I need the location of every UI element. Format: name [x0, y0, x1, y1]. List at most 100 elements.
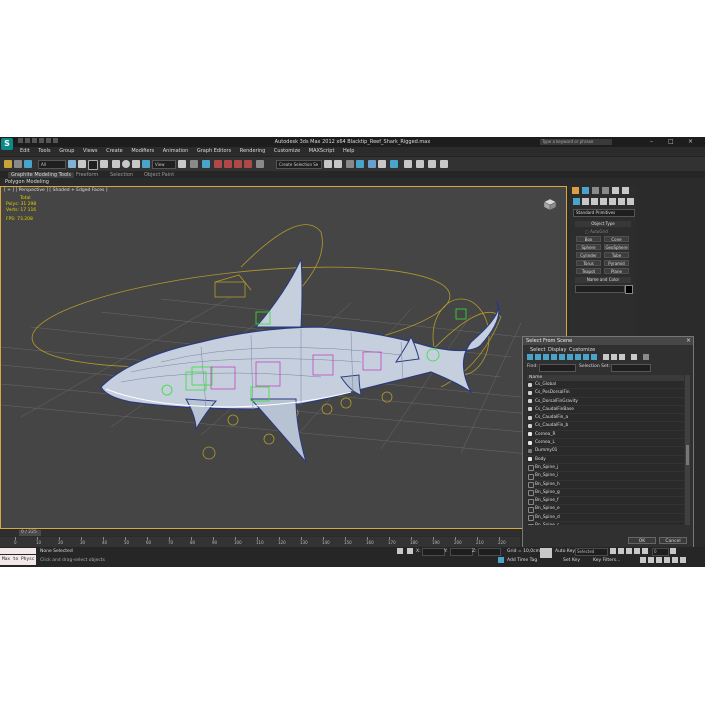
cylinder-button[interactable]: Cylinder [576, 252, 601, 258]
zoom-extents-icon[interactable] [656, 557, 662, 563]
unlink-icon[interactable] [14, 160, 22, 168]
layer-manager-icon[interactable] [346, 160, 354, 168]
material-editor-icon[interactable] [390, 160, 398, 168]
list-item[interactable]: Cs_DorsalFinGravity [527, 398, 684, 406]
scrollbar-thumb[interactable] [686, 445, 689, 465]
cone-button[interactable]: Cone [604, 236, 629, 242]
time-config-icon[interactable] [670, 548, 676, 554]
z-coordinate-field[interactable] [478, 548, 501, 556]
teapot-button[interactable]: Teapot [576, 268, 601, 274]
list-item[interactable]: Cs_PosDorsalFin [527, 389, 684, 398]
angle-snap-icon[interactable] [224, 160, 232, 168]
lock-selection-icon[interactable] [397, 548, 403, 554]
sphere-button[interactable]: Sphere [576, 244, 601, 250]
link-icon[interactable] [4, 160, 12, 168]
list-item[interactable]: Bn_Spine_h [527, 481, 684, 489]
reference-coord-dropdown[interactable]: View [152, 160, 176, 169]
render-production-icon[interactable] [428, 160, 436, 168]
percent-snap-icon[interactable] [234, 160, 242, 168]
menu-animation[interactable]: Animation [163, 148, 189, 154]
dialog-menu-customize[interactable]: Customize [569, 347, 595, 353]
tab-freeform[interactable]: Freeform [76, 172, 98, 178]
name-and-color-rollout[interactable]: Name and Color [575, 277, 631, 283]
graphite-toggle-icon[interactable] [356, 160, 364, 168]
list-item[interactable]: Bn_Spine_e [527, 505, 684, 514]
list-item[interactable]: Body [527, 456, 684, 464]
window-crossing-icon[interactable] [100, 160, 108, 168]
zoom-all-icon[interactable] [648, 557, 654, 563]
menu-maxscript[interactable]: MAXScript [309, 148, 335, 154]
menu-views[interactable]: Views [83, 148, 97, 154]
tab-selection[interactable]: Selection [110, 172, 133, 178]
menu-customize[interactable]: Customize [274, 148, 300, 154]
minimize-icon[interactable]: – [650, 138, 653, 145]
select-all-icon[interactable] [603, 354, 609, 360]
create-tab-icon[interactable] [572, 187, 579, 194]
list-item[interactable]: Bn_Spine_j [527, 464, 684, 473]
rotate-icon[interactable] [122, 160, 130, 168]
geometry-icon[interactable] [573, 198, 580, 205]
filter-xrefs-icon[interactable] [583, 354, 589, 360]
mirror-icon[interactable] [324, 160, 332, 168]
next-frame-icon[interactable] [634, 548, 640, 554]
autogrid-checkbox[interactable]: □ AutoGrid [585, 229, 608, 234]
render-setup-icon[interactable] [404, 160, 412, 168]
dialog-menu-display[interactable]: Display [548, 347, 566, 353]
dialog-menu-select[interactable]: Select [530, 347, 545, 353]
shapes-icon[interactable] [582, 198, 589, 205]
align-icon[interactable] [334, 160, 342, 168]
x-coordinate-field[interactable] [422, 548, 445, 556]
add-time-tag[interactable]: Add Time Tag [507, 558, 537, 563]
tab-graphite-modeling-tools[interactable]: Graphite Modeling Tools [8, 172, 75, 178]
select-object-icon[interactable] [68, 160, 76, 168]
display-children-icon[interactable] [631, 354, 637, 360]
current-frame-field[interactable]: 0 [652, 548, 669, 556]
list-item[interactable]: Bn_Spine_d [527, 514, 684, 523]
dialog-close-icon[interactable]: × [686, 337, 691, 344]
edit-named-selection-icon[interactable] [256, 160, 264, 168]
helpers-icon[interactable] [609, 198, 616, 205]
filter-shapes-icon[interactable] [535, 354, 541, 360]
pivot-icon[interactable] [178, 160, 186, 168]
select-manipulate-icon[interactable] [190, 160, 198, 168]
object-type-rollout[interactable]: Object Type [575, 221, 631, 227]
object-name-field[interactable] [575, 285, 625, 293]
filter-helpers-icon[interactable] [559, 354, 565, 360]
named-selection-dropdown[interactable]: Create Selection Se [276, 160, 322, 169]
cancel-button[interactable]: Cancel [659, 537, 687, 544]
list-item[interactable]: Bn_Spine_f [527, 497, 684, 506]
filter-lights-icon[interactable] [543, 354, 549, 360]
menu-edit[interactable]: Edit [20, 148, 30, 154]
rect-selection-icon[interactable] [88, 160, 98, 170]
menu-create[interactable]: Create [106, 148, 123, 154]
orbit-icon[interactable] [672, 557, 678, 563]
pan-icon[interactable] [664, 557, 670, 563]
primitive-category-dropdown[interactable]: Standard Primitives [573, 209, 635, 217]
box-button[interactable]: Box [576, 236, 601, 242]
list-scrollbar[interactable] [685, 375, 690, 525]
list-item[interactable]: Bn_Spine_g [527, 489, 684, 498]
render-iterative-icon[interactable] [440, 160, 448, 168]
menu-group[interactable]: Group [59, 148, 74, 154]
select-none-icon[interactable] [611, 354, 617, 360]
geosphere-button[interactable]: GeoSphere [604, 244, 629, 250]
display-tab-icon[interactable] [612, 187, 619, 194]
ok-button[interactable]: OK [628, 537, 656, 544]
set-key-big-icon[interactable] [540, 548, 552, 558]
menu-help[interactable]: Help [343, 148, 354, 154]
motion-tab-icon[interactable] [602, 187, 609, 194]
list-item[interactable]: Cs_CaudalFin_b [527, 422, 684, 431]
list-item[interactable]: Cs_CaudalFinBase [527, 406, 684, 415]
list-item[interactable]: Bn_Spine_c [527, 522, 684, 525]
keyboard-shortcut-icon[interactable] [202, 160, 210, 168]
filter-spacewarps-icon[interactable] [567, 354, 573, 360]
filter-bones-icon[interactable] [591, 354, 597, 360]
play-icon[interactable] [626, 548, 632, 554]
bind-spacewarp-icon[interactable] [24, 160, 32, 168]
modify-tab-icon[interactable] [582, 187, 589, 194]
track-bar[interactable]: 0 10 20 30 40 50 60 70 80 90 100 110 120 130 140 150 160… [0, 537, 520, 547]
scale-icon[interactable] [132, 160, 140, 168]
torus-button[interactable]: Torus [576, 260, 601, 266]
list-item[interactable]: Cornea_L [527, 439, 684, 448]
goto-end-icon[interactable] [642, 548, 648, 554]
